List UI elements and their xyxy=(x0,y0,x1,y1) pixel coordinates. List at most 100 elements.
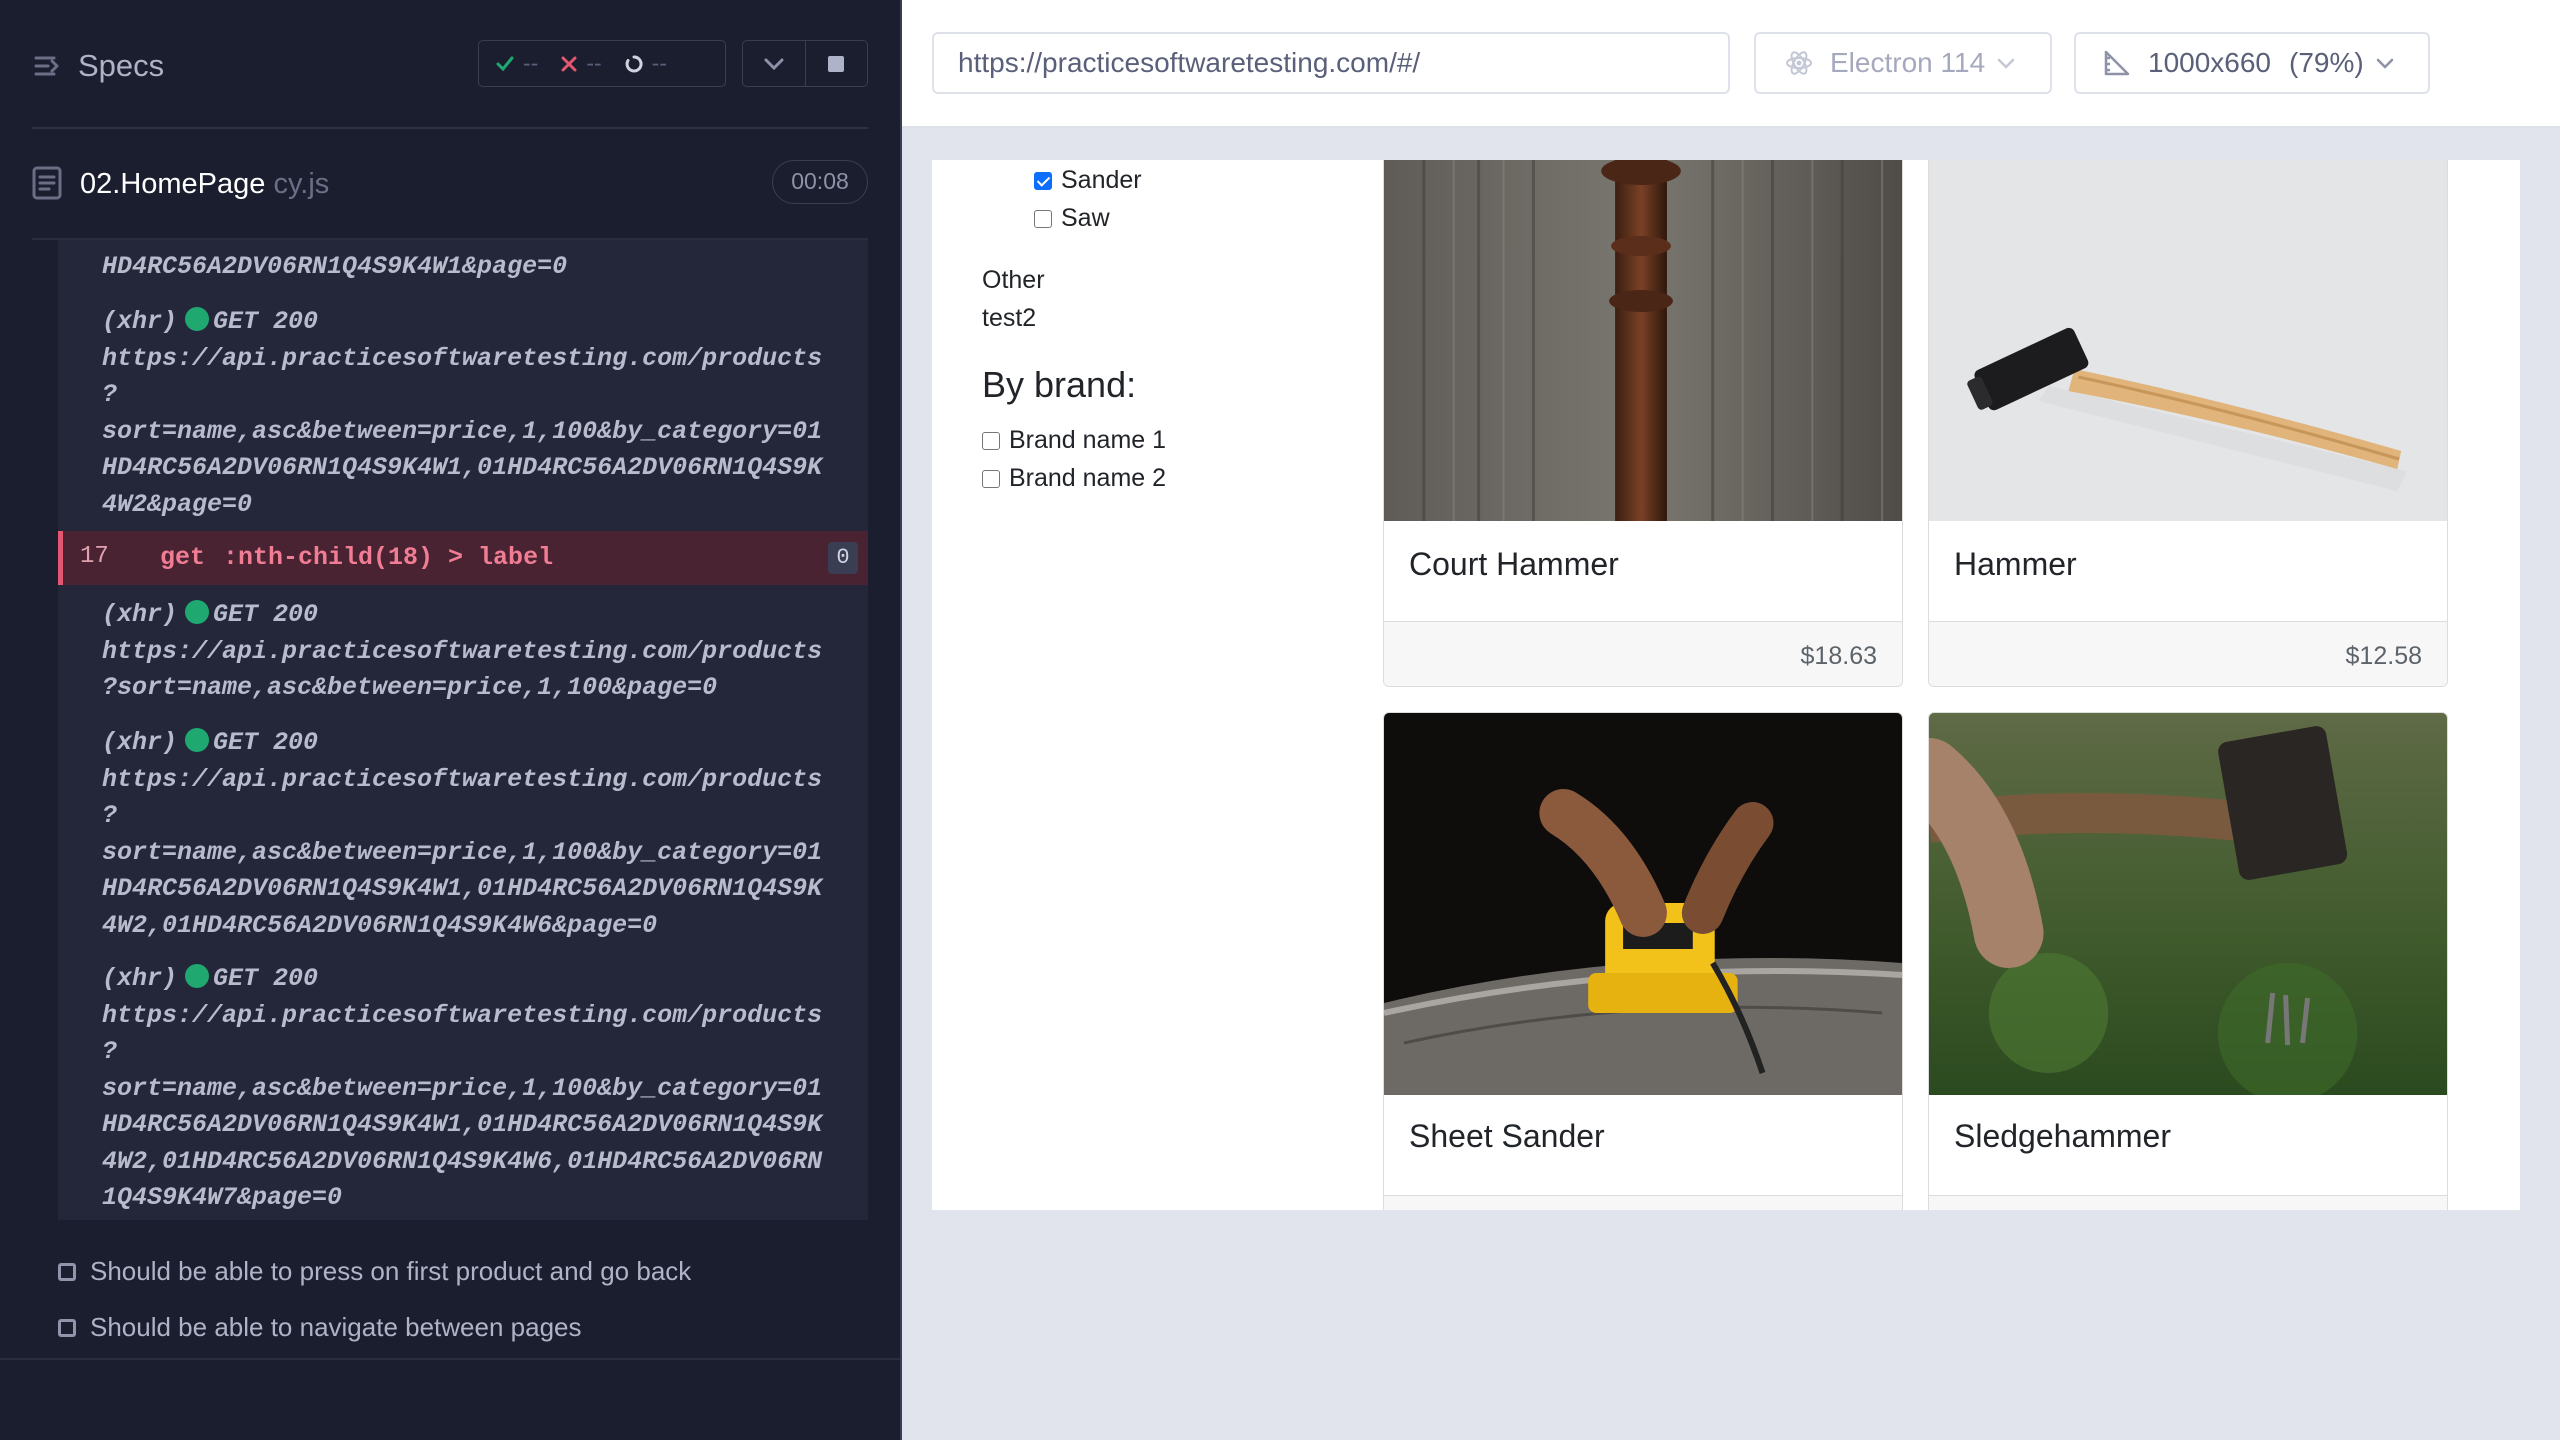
filter-label: Brand name 1 xyxy=(1009,426,1167,454)
log-entry[interactable]: (xhr) GET 200 https://api.practicesoftwar… xyxy=(102,304,862,523)
log-entry[interactable]: HD4RC56A2DV06RN1Q4S9K4W1&page=0 xyxy=(102,249,862,286)
browser-selector[interactable]: Electron 114 xyxy=(1754,32,2052,94)
command-number: 17 xyxy=(80,543,109,570)
spec-header[interactable]: 02.HomePage cy.js 00:08 xyxy=(0,150,900,216)
log-line: (xhr) GET 200 xyxy=(102,961,862,998)
pending-stat: -- xyxy=(624,50,667,77)
brand-filter-2[interactable]: Brand name 2 xyxy=(982,464,1166,493)
status-dot-icon xyxy=(185,728,210,752)
chevron-down-icon xyxy=(764,58,784,70)
command-count-badge: 0 xyxy=(828,542,858,574)
product-price: $18.63 xyxy=(1800,642,1877,670)
run-controls xyxy=(742,40,868,87)
log-prefix: (xhr) xyxy=(102,728,178,757)
spec-name: 02.HomePage cy.js xyxy=(80,168,329,201)
category-other-value: test2 xyxy=(982,304,1037,332)
filter-label: Sander xyxy=(1061,166,1142,194)
command-row-get[interactable]: 17 get:nth-child(18) > label 0 xyxy=(58,531,868,585)
log-line: 1Q4S9K4W7&page=0 xyxy=(102,1183,343,1212)
ruler-icon xyxy=(2104,50,2130,76)
brand-filter-1[interactable]: Brand name 1 xyxy=(982,426,1166,455)
log-line: 4W2,01HD4RC56A2DV06RN1Q4S9K4W6&page=0 xyxy=(102,910,658,940)
log-line: HD4RC56A2DV06RN1Q4S9K4W1&page=0 xyxy=(102,252,568,281)
cross-icon xyxy=(561,56,577,71)
expand-button[interactable] xyxy=(743,41,805,86)
spinner-icon xyxy=(625,54,643,72)
log-entry[interactable]: (xhr) GET 200 https://api.practicesoftwar… xyxy=(102,961,862,1217)
log-line: (xhr) GET 200 xyxy=(102,725,862,762)
log-prefix: (xhr) xyxy=(102,964,178,993)
browser-name: Electron 114 xyxy=(1830,47,1986,78)
log-line: https://api.practicesoftwaretesting.com/… xyxy=(102,636,823,666)
divider xyxy=(0,1358,900,1360)
filter-saw[interactable]: Saw xyxy=(1034,204,1110,233)
filter-sander[interactable]: Sander xyxy=(1034,166,1142,195)
test-item[interactable]: Should be able to press on first product… xyxy=(58,1256,691,1287)
product-card[interactable]: Hammer $12.58 xyxy=(1928,160,2448,687)
log-line: ? xyxy=(102,380,118,409)
log-line: https://api.practicesoftwaretesting.com/… xyxy=(102,764,823,794)
product-card[interactable]: Court Hammer $18.63 xyxy=(1383,160,1903,687)
failed-indicator xyxy=(58,531,63,585)
product-name: Sledgehammer xyxy=(1954,1118,2171,1154)
specs-list-icon[interactable] xyxy=(32,50,64,82)
brand-heading: By brand: xyxy=(982,364,1137,405)
stop-icon xyxy=(828,55,845,72)
log-line: sort=name,asc&between=price,1,100&by_cat… xyxy=(102,416,823,446)
filter-label: Saw xyxy=(1061,204,1110,232)
aut-frame: Sander Saw Other test2 By brand: Brand n… xyxy=(932,160,2520,1210)
product-name: Hammer xyxy=(1954,546,2077,582)
log-entry[interactable]: (xhr) GET 200 https://api.practicesoftwar… xyxy=(102,597,862,707)
test-title: Should be able to navigate between pages xyxy=(90,1312,582,1342)
log-line: https://api.practicesoftwaretesting.com/… xyxy=(102,1000,823,1030)
failed-count: -- xyxy=(586,50,602,76)
viewport-scale: (79%) xyxy=(2289,47,2364,78)
checkbox[interactable] xyxy=(982,431,1000,450)
failed-stat: -- xyxy=(560,50,602,77)
test-stats: -- -- -- xyxy=(478,40,726,87)
spec-file-ext: cy.js xyxy=(265,168,330,200)
product-name: Court Hammer xyxy=(1409,546,1619,582)
status-dot-icon xyxy=(185,964,210,988)
log-line: (xhr) GET 200 xyxy=(102,304,862,341)
checkbox[interactable] xyxy=(982,469,1000,488)
log-prefix: (xhr) xyxy=(102,600,178,629)
panel-resizer[interactable] xyxy=(900,0,902,1440)
log-status: GET 200 xyxy=(213,964,319,993)
viewport-size: 1000x660 xyxy=(2148,47,2272,78)
log-line: 4W2&page=0 xyxy=(102,489,253,519)
log-status: GET 200 xyxy=(213,728,319,757)
log-line: (xhr) GET 200 xyxy=(102,597,862,634)
command-method: get xyxy=(160,543,206,572)
category-other: Other xyxy=(982,266,1045,294)
log-entry[interactable]: (xhr) GET 200 https://api.practicesoftwar… xyxy=(102,725,862,944)
divider xyxy=(32,127,868,129)
log-line: HD4RC56A2DV06RN1Q4S9K4W1,01HD4RC56A2DV06… xyxy=(102,453,823,482)
product-image xyxy=(1384,713,1902,1095)
spec-timer: 00:08 xyxy=(772,160,868,204)
product-card[interactable]: Sheet Sander xyxy=(1383,712,1903,1210)
checkbox-checked[interactable] xyxy=(1034,171,1052,190)
url-display[interactable]: https://practicesoftwaretesting.com/#/ xyxy=(932,32,1730,94)
log-line: sort=name,asc&between=price,1,100&by_cat… xyxy=(102,1073,823,1103)
electron-icon xyxy=(1786,51,1812,75)
specs-title[interactable]: Specs xyxy=(78,48,164,84)
product-card[interactable]: Sledgehammer xyxy=(1928,712,2448,1210)
log-status: GET 200 xyxy=(213,307,319,336)
product-image xyxy=(1929,713,2447,1095)
product-price: $12.58 xyxy=(2345,642,2422,670)
stop-button[interactable] xyxy=(804,41,867,86)
command-name: get:nth-child(18) > label xyxy=(160,543,553,572)
checkbox[interactable] xyxy=(1034,209,1052,228)
document-icon xyxy=(32,166,62,200)
product-footer xyxy=(1929,1195,2447,1210)
test-item[interactable]: Should be able to navigate between pages xyxy=(58,1312,582,1343)
product-footer xyxy=(1384,1195,1902,1210)
chevron-down-icon xyxy=(2376,58,2393,69)
product-image xyxy=(1929,160,2447,521)
viewport-selector[interactable]: 1000x660 (79%) xyxy=(2074,32,2430,94)
reporter-panel: Specs -- -- -- 02.HomePage cy.js 00:08 H… xyxy=(0,0,900,1440)
product-footer: $12.58 xyxy=(1929,621,2447,686)
pending-count: -- xyxy=(651,50,667,76)
log-line: https://api.practicesoftwaretesting.com/… xyxy=(102,343,823,373)
